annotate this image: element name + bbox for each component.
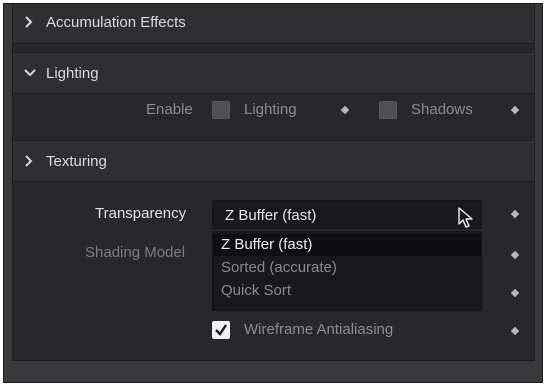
checkmark-icon [215, 324, 227, 336]
chevron-down-icon [23, 66, 36, 80]
chevron-right-icon [23, 15, 35, 29]
inspector-panel: Accumulation Effects Lighting Enable Lig… [12, 4, 535, 361]
section-texturing[interactable]: Texturing [13, 142, 534, 182]
transparency-label: Transparency [95, 205, 187, 222]
shadows-checkbox[interactable] [379, 101, 397, 119]
keyframe-diamond-icon[interactable] [510, 209, 520, 219]
wireframe-antialiasing-checkbox[interactable] [212, 321, 230, 339]
keyframe-diamond-icon[interactable] [510, 105, 520, 115]
transparency-options-list: Z Buffer (fast) Sorted (accurate) Quick … [212, 231, 482, 311]
shadows-checkbox-label: Shadows [411, 101, 473, 118]
section-title: Accumulation Effects [46, 14, 186, 31]
keyframe-diamond-icon[interactable] [510, 250, 520, 260]
lighting-checkbox[interactable] [212, 101, 230, 119]
option-quick-sort[interactable]: Quick Sort [213, 280, 481, 302]
keyframe-diamond-icon[interactable] [510, 326, 520, 336]
lighting-checkbox-label: Lighting [244, 101, 297, 118]
section-accumulation-effects[interactable]: Accumulation Effects [13, 4, 534, 44]
option-sorted[interactable]: Sorted (accurate) [213, 257, 481, 279]
enable-label: Enable [146, 101, 193, 118]
inspector-window: Accumulation Effects Lighting Enable Lig… [3, 3, 543, 383]
keyframe-diamond-icon[interactable] [340, 105, 350, 115]
section-title: Lighting [46, 65, 99, 82]
keyframe-diamond-icon[interactable] [510, 288, 520, 298]
mouse-cursor-icon [458, 207, 474, 234]
transparency-dropdown[interactable]: Z Buffer (fast) [212, 200, 482, 229]
option-z-buffer[interactable]: Z Buffer (fast) [213, 234, 481, 256]
shading-model-label: Shading Model [85, 244, 186, 261]
section-lighting[interactable]: Lighting [13, 54, 534, 94]
section-title: Texturing [46, 153, 107, 170]
chevron-right-icon [23, 154, 35, 168]
transparency-selected-value: Z Buffer (fast) [225, 207, 317, 224]
wireframe-antialiasing-label: Wireframe Antialiasing [244, 321, 394, 338]
